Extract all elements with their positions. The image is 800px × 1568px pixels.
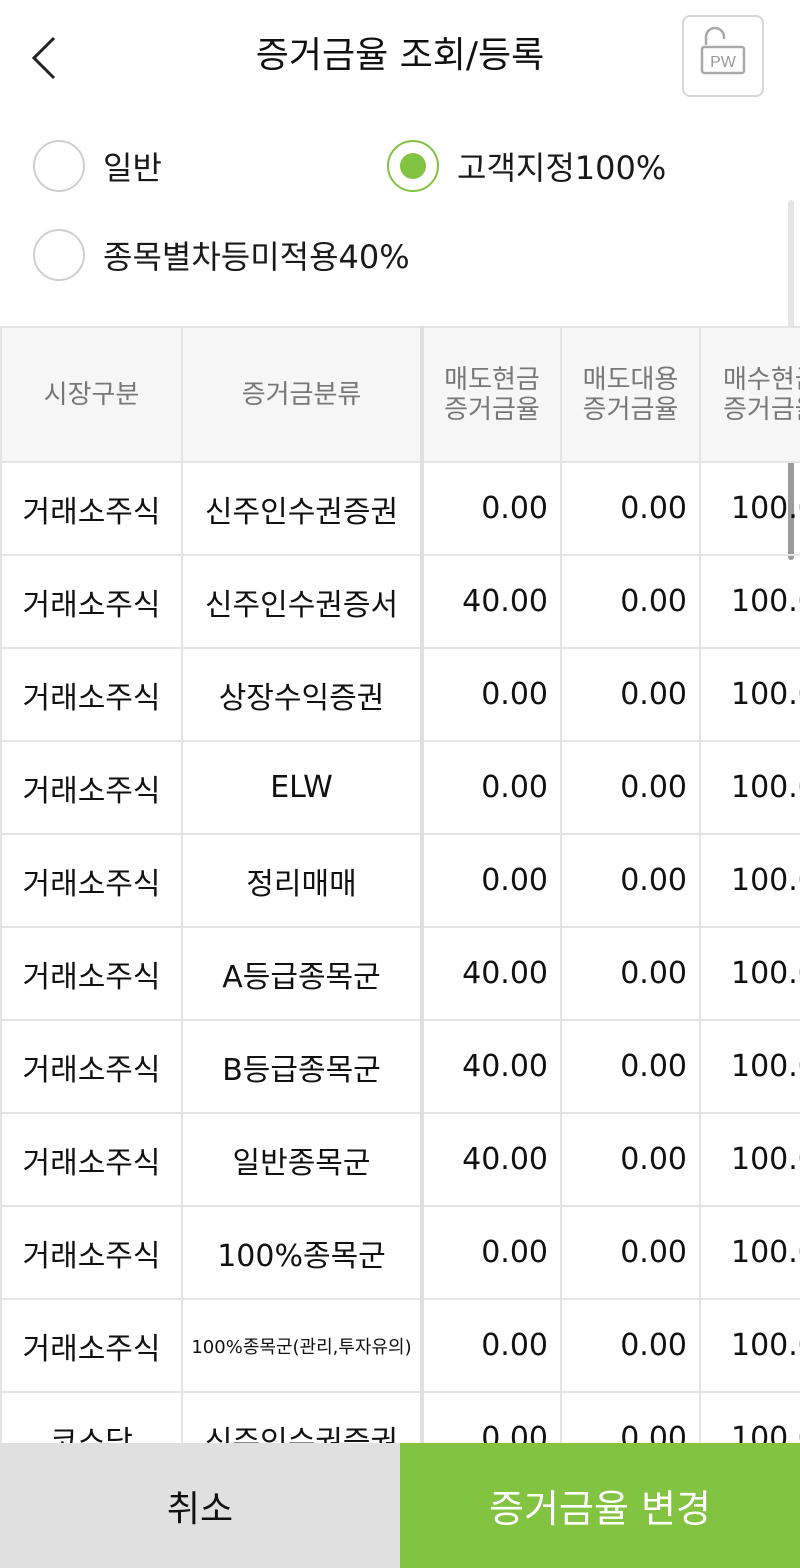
option-no-differential-40[interactable]: 종목별차등미적용40% <box>33 229 410 281</box>
cell-market: 거래소주식 <box>0 926 183 1021</box>
cell-sell-substitute: 0.00 <box>560 647 701 742</box>
unlock-icon: PW <box>700 26 746 75</box>
option-general[interactable]: 일반 <box>33 140 162 192</box>
change-margin-rate-button[interactable]: 증거금율 변경 <box>400 1443 800 1568</box>
cell-sell-cash: 40.00 <box>421 1019 562 1114</box>
cell-sell-cash: 0.00 <box>421 1298 562 1393</box>
cell-buy-cash: 100.00 <box>699 1019 800 1114</box>
cell-category: 정리매매 <box>181 833 424 928</box>
cell-category: 신주인수권증서 <box>181 554 424 649</box>
cell-sell-substitute: 0.00 <box>560 554 701 649</box>
cell-category: 신주인수권증권 <box>181 1391 424 1443</box>
cell-sell-cash: 0.00 <box>421 461 562 556</box>
col-header-market: 시장구분 <box>0 326 183 463</box>
cell-sell-cash: 0.00 <box>421 833 562 928</box>
cell-category: 상장수익증권 <box>181 647 424 742</box>
cell-sell-substitute: 0.00 <box>560 833 701 928</box>
cell-sell-cash: 0.00 <box>421 1391 562 1443</box>
cell-sell-cash: 40.00 <box>421 1112 562 1207</box>
cell-category: B등급종목군 <box>181 1019 424 1114</box>
cell-buy-cash: 100.00 <box>699 647 800 742</box>
cell-buy-cash: 100.00 <box>699 1112 800 1207</box>
cell-sell-substitute: 0.00 <box>560 926 701 1021</box>
radio-selected-icon <box>387 140 439 192</box>
col-header-sell-cash-line1: 매도현금 <box>444 364 540 395</box>
table-row[interactable]: 거래소주식 신주인수권증권 0.00 0.00 100.00 <box>0 461 800 556</box>
table-row[interactable]: 거래소주식 A등급종목군 40.00 0.00 100.00 <box>0 926 800 1021</box>
option-customer-100-label: 고객지정100% <box>457 149 667 187</box>
page-title: 증거금율 조회/등록 <box>255 35 545 76</box>
margin-rate-table: 시장구분 증거금분류 매도현금 증거금율 매도대용 증거금율 매수현금 증거금율… <box>0 326 800 1443</box>
cell-sell-substitute: 0.00 <box>560 1298 701 1393</box>
cell-sell-cash: 40.00 <box>421 926 562 1021</box>
option-customer-100[interactable]: 고객지정100% <box>387 140 666 192</box>
cell-market: 거래소주식 <box>0 554 183 649</box>
cell-category: A등급종목군 <box>181 926 424 1021</box>
cell-buy-cash: 100.00 <box>699 554 800 649</box>
cell-market: 거래소주식 <box>0 461 183 556</box>
pw-label: PW <box>710 54 737 71</box>
margin-rate-table-container[interactable]: 시장구분 증거금분류 매도현금 증거금율 매도대용 증거금율 매수현금 증거금율… <box>0 326 800 1443</box>
cell-sell-cash: 0.00 <box>421 647 562 742</box>
cell-buy-cash: 100.00 <box>699 926 800 1021</box>
cell-category: 100%종목군 <box>181 1205 424 1300</box>
cell-market: 거래소주식 <box>0 1019 183 1114</box>
cell-category: 100%종목군(관리,투자유의) <box>181 1298 424 1393</box>
table-row[interactable]: 코스닥 신주인수권증권 0.00 0.00 100.00 <box>0 1391 800 1443</box>
cell-market: 거래소주식 <box>0 740 183 835</box>
col-header-buy-cash-line2: 증거금율 <box>723 394 800 425</box>
table-row[interactable]: 거래소주식 100%종목군 0.00 0.00 100.00 <box>0 1205 800 1300</box>
table-row[interactable]: 거래소주식 ELW 0.00 0.00 100.00 <box>0 740 800 835</box>
table-row[interactable]: 거래소주식 일반종목군 40.00 0.00 100.00 <box>0 1112 800 1207</box>
col-header-sell-sub-line1: 매도대용 <box>582 364 679 395</box>
cell-buy-cash: 100.00 <box>699 740 800 835</box>
cell-market: 거래소주식 <box>0 647 183 742</box>
radio-unselected-icon <box>33 229 85 281</box>
cell-market: 거래소주식 <box>0 833 183 928</box>
cell-market: 거래소주식 <box>0 1205 183 1300</box>
table-row[interactable]: 거래소주식 100%종목군(관리,투자유의) 0.00 0.00 100.00 <box>0 1298 800 1393</box>
cell-market: 코스닥 <box>0 1391 183 1443</box>
radio-unselected-icon <box>33 140 85 192</box>
table-row[interactable]: 거래소주식 정리매매 0.00 0.00 100.00 <box>0 833 800 928</box>
app-header: 증거금율 조회/등록 PW <box>0 0 800 112</box>
cell-buy-cash: 100.00 <box>699 461 800 556</box>
cell-buy-cash: 100.00 <box>699 833 800 928</box>
cell-sell-cash: 0.00 <box>421 740 562 835</box>
cell-sell-substitute: 0.00 <box>560 1205 701 1300</box>
cell-market: 거래소주식 <box>0 1112 183 1207</box>
col-header-sell-substitute: 매도대용 증거금율 <box>560 326 701 463</box>
cell-sell-cash: 0.00 <box>421 1205 562 1300</box>
cell-category: 신주인수권증권 <box>181 461 424 556</box>
cancel-button[interactable]: 취소 <box>0 1443 400 1568</box>
cell-category: ELW <box>181 740 424 835</box>
col-header-sell-cash-line2: 증거금율 <box>444 394 540 425</box>
bottom-action-bar: 취소 증거금율 변경 <box>0 1443 800 1568</box>
col-header-buy-cash: 매수현금 증거금율 <box>699 326 800 463</box>
table-header-row: 시장구분 증거금분류 매도현금 증거금율 매도대용 증거금율 매수현금 증거금율 <box>0 326 800 463</box>
option-no-differential-40-label: 종목별차등미적용40% <box>103 238 410 276</box>
table-row[interactable]: 거래소주식 신주인수권증서 40.00 0.00 100.00 <box>0 554 800 649</box>
cell-sell-substitute: 0.00 <box>560 1391 701 1443</box>
col-header-category: 증거금분류 <box>181 326 424 463</box>
cell-sell-cash: 40.00 <box>421 554 562 649</box>
cell-buy-cash: 100.00 <box>699 1391 800 1443</box>
password-lock-button[interactable]: PW <box>682 15 764 97</box>
cell-sell-substitute: 0.00 <box>560 1112 701 1207</box>
cell-buy-cash: 100.00 <box>699 1298 800 1393</box>
cell-market: 거래소주식 <box>0 1298 183 1393</box>
col-header-sell-sub-line2: 증거금율 <box>582 394 679 425</box>
table-row[interactable]: 거래소주식 상장수익증권 0.00 0.00 100.00 <box>0 647 800 742</box>
cell-sell-substitute: 0.00 <box>560 1019 701 1114</box>
cell-sell-substitute: 0.00 <box>560 740 701 835</box>
option-general-label: 일반 <box>103 149 162 187</box>
cell-sell-substitute: 0.00 <box>560 461 701 556</box>
col-header-sell-cash: 매도현금 증거금율 <box>421 326 562 463</box>
cell-buy-cash: 100.00 <box>699 1205 800 1300</box>
col-header-buy-cash-line1: 매수현금 <box>723 364 800 395</box>
table-row[interactable]: 거래소주식 B등급종목군 40.00 0.00 100.00 <box>0 1019 800 1114</box>
cell-category: 일반종목군 <box>181 1112 424 1207</box>
